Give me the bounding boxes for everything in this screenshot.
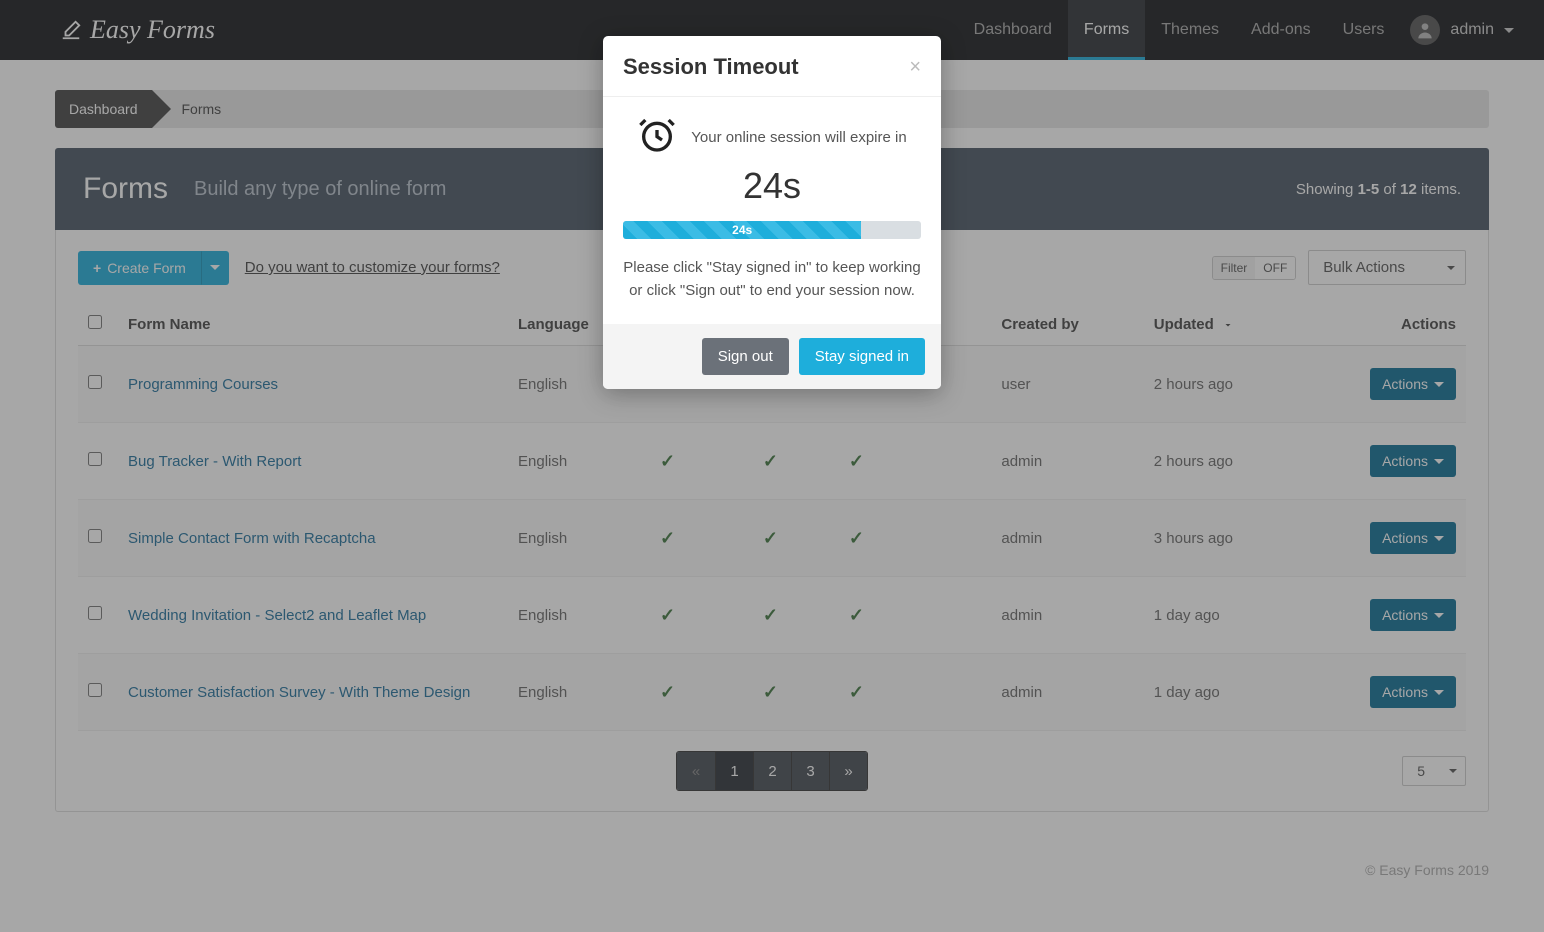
sign-out-button[interactable]: Sign out <box>702 338 789 375</box>
alarm-clock-icon <box>637 115 677 159</box>
modal-progress-bar: 24s <box>623 221 861 239</box>
modal-progress: 24s <box>623 221 921 239</box>
session-timeout-modal: Session Timeout × Your online session wi… <box>603 36 941 389</box>
modal-expire-text: Your online session will expire in <box>691 129 906 146</box>
modal-title: Session Timeout <box>623 54 909 80</box>
modal-countdown: 24s <box>623 165 921 207</box>
modal-message: Please click "Stay signed in" to keep wo… <box>623 257 921 302</box>
modal-close-button[interactable]: × <box>909 56 921 79</box>
stay-signed-in-button[interactable]: Stay signed in <box>799 338 925 375</box>
